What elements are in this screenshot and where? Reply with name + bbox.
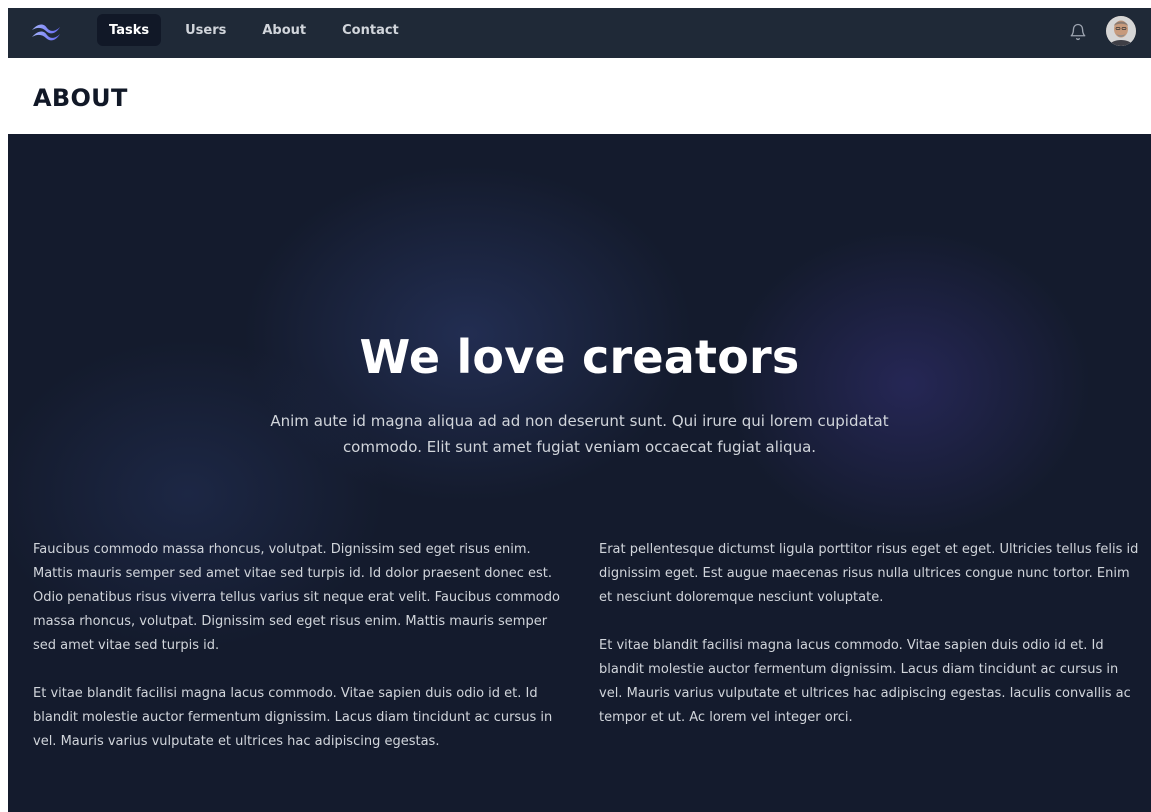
content-column-left: Faucibus commodo massa rhoncus, volutpat… [33,538,573,778]
waves-logo-icon[interactable] [30,20,62,44]
paragraph: Faucibus commodo massa rhoncus, volutpat… [33,542,560,653]
paragraph: Et vitae blandit facilisi magna lacus co… [33,686,553,749]
page-title: ABOUT [33,84,128,112]
page-header: ABOUT [8,58,1151,134]
nav-link-about[interactable]: About [250,14,318,46]
paragraph: Et vitae blandit facilisi magna lacus co… [599,638,1131,725]
hero-subtitle: Anim aute id magna aliqua ad ad non dese… [270,412,889,456]
hero-title: We love creators [359,330,800,384]
app-root: Tasks Users About Contact ABOUT We love cre… [0,0,1151,812]
user-avatar[interactable] [1106,16,1136,46]
content-column-right: Erat pellentesque dictumst ligula portti… [599,538,1139,754]
hero-section: We love creators Anim aute id magna aliq… [8,134,1151,812]
paragraph: Erat pellentesque dictumst ligula portti… [599,542,1139,605]
nav-link-contact[interactable]: Contact [330,14,411,46]
top-navbar: Tasks Users About Contact [8,8,1151,58]
nav-link-users[interactable]: Users [173,14,238,46]
bell-icon[interactable] [1066,20,1090,44]
nav-links: Tasks Users About Contact [97,14,423,46]
nav-link-tasks[interactable]: Tasks [97,14,162,46]
